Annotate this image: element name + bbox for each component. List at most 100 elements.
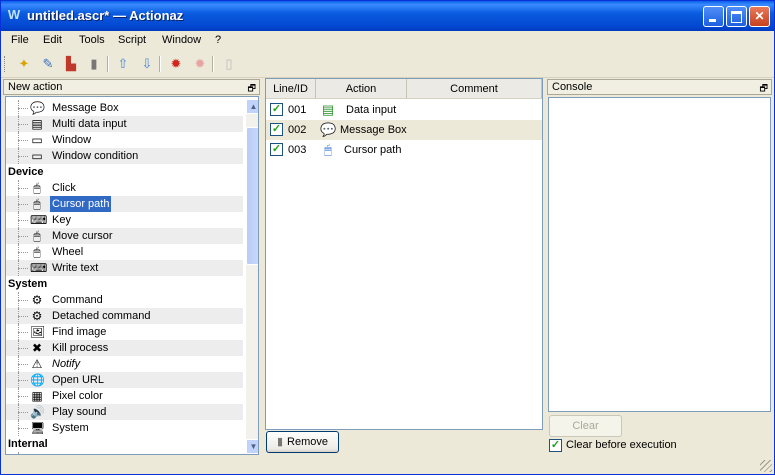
execute-icon[interactable]: ✹	[167, 55, 185, 73]
clear-before-execution-checkbox[interactable]: ✓	[549, 439, 562, 452]
tree-line	[18, 204, 28, 205]
column-action[interactable]: Action	[316, 79, 407, 99]
toolbar-grip[interactable]	[4, 56, 8, 72]
tree-item[interactable]: ⌨ Write text	[6, 260, 243, 276]
tree-item[interactable]: ✖ Kill process	[6, 340, 243, 356]
tree-line	[18, 300, 28, 301]
move-up-icon[interactable]: ⇧	[114, 55, 132, 73]
scroll-down-icon[interactable]: ▼	[246, 439, 258, 454]
tree-item-label: Multi data input	[52, 118, 127, 130]
click-icon: 🖱	[33, 181, 41, 195]
edit-icon[interactable]: ✎	[39, 55, 57, 73]
tree-line	[18, 364, 28, 365]
tree-item-label: Command	[52, 294, 103, 306]
enable-checkbox[interactable]: ✓	[270, 103, 283, 116]
tree-item[interactable]: 🖼 Find image	[6, 324, 243, 340]
console-title: Console	[552, 81, 593, 93]
menu-edit[interactable]: Edit	[43, 34, 62, 46]
close-button[interactable]: ✕	[749, 6, 770, 27]
title-bar[interactable]: W untitled.ascr* — Actionaz ✕	[1, 1, 774, 31]
components-icon[interactable]: ▙	[62, 55, 80, 73]
enable-checkbox[interactable]: ✓	[270, 143, 283, 156]
notify-icon: ⚠	[31, 357, 43, 371]
tree-line	[18, 140, 28, 141]
maximize-button[interactable]	[726, 6, 747, 27]
tree-line	[18, 380, 28, 381]
tree-item[interactable]: ▭ Window condition	[6, 148, 243, 164]
tree-item[interactable]: 🖥 System	[6, 420, 243, 436]
new-script-icon[interactable]: ✦	[15, 55, 33, 73]
tree-item[interactable]: 🌐 Open URL	[6, 372, 243, 388]
category-device: Device	[8, 166, 44, 178]
remove-label: Remove	[287, 436, 329, 448]
table-row[interactable]: ✓ 001 ▤ Data input	[266, 100, 542, 120]
tree-item[interactable]: ⌨ Key	[6, 212, 243, 228]
find-image-icon: 🖼	[30, 325, 46, 339]
column-line-id[interactable]: Line/ID	[266, 79, 316, 99]
toolbar-separator	[212, 56, 214, 72]
float-panel-icon[interactable]: 🗗	[248, 81, 256, 97]
table-row[interactable]: ✓ 002 💬 Message Box	[266, 120, 542, 140]
move-cursor-icon: 🖱	[33, 229, 41, 243]
menu-tools[interactable]: Tools	[79, 34, 105, 46]
execute-selection-icon[interactable]: ✹	[191, 55, 209, 73]
tree-item[interactable]: 🖱 Move cursor	[6, 228, 243, 244]
resize-grip-icon[interactable]	[760, 460, 772, 472]
toolbar-separator	[107, 56, 109, 72]
tree-line	[18, 268, 28, 269]
tree-line	[18, 220, 28, 221]
tree-item[interactable]: 🔊 Play sound	[6, 404, 243, 420]
move-down-icon[interactable]: ⇩	[138, 55, 156, 73]
tree-item[interactable]: 🖱 Click	[6, 180, 243, 196]
table-row[interactable]: ✓ 003 🖱 Cursor path	[266, 140, 542, 160]
menu-bar: File Edit Tools Script Window ?	[1, 31, 774, 51]
column-comment[interactable]: Comment	[407, 79, 542, 99]
code-icon: ⚙	[30, 453, 44, 454]
multi-data-input-icon: ▤	[31, 117, 43, 131]
minimize-icon	[709, 19, 716, 22]
tree-item[interactable]: ⚙ Command	[6, 292, 243, 308]
console-output[interactable]	[548, 97, 771, 412]
tree-line	[18, 412, 28, 413]
play-sound-icon: 🔊	[30, 405, 45, 419]
tree-item[interactable]: ⚙ Code	[6, 452, 243, 454]
delete-icon[interactable]: ▮	[85, 55, 103, 73]
tree-line	[18, 236, 28, 237]
tree-line	[18, 452, 19, 454]
menu-help[interactable]: ?	[215, 34, 221, 46]
tree-item[interactable]: 💬 Message Box	[6, 100, 243, 116]
menu-script[interactable]: Script	[118, 34, 146, 46]
tree-item[interactable]: ▭ Window	[6, 132, 243, 148]
row-action: Data input	[346, 104, 397, 116]
tree-item[interactable]: ⚙ Detached command	[6, 308, 243, 324]
toolbar: ✦ ✎ ▙ ▮ ⇧ ⇩ ✹ ✹ ▯	[1, 51, 774, 78]
cursor-path-icon: 🖱	[33, 197, 41, 211]
menu-window[interactable]: Window	[162, 34, 201, 46]
console-header: Console 🗗	[547, 79, 772, 95]
tree-item[interactable]: ▤ Multi data input	[6, 116, 243, 132]
tree-line	[18, 396, 28, 397]
row-id: 001	[288, 104, 307, 116]
tree-item[interactable]: ⚠ Notify	[6, 356, 243, 372]
enable-checkbox[interactable]: ✓	[270, 123, 283, 136]
scroll-thumb[interactable]	[246, 127, 258, 265]
menu-file[interactable]: File	[11, 34, 29, 46]
remove-button[interactable]: ▮ Remove	[266, 431, 339, 453]
tree-item[interactable]: 🖱 Wheel	[6, 244, 243, 260]
tree-item[interactable]: 🖱 Cursor path	[6, 196, 243, 212]
row-action: Cursor path	[344, 144, 402, 156]
tree-scrollbar[interactable]: ▲ ▼	[246, 99, 258, 454]
row-id: 002	[288, 124, 307, 136]
minimize-button[interactable]	[703, 6, 724, 27]
tree-line	[18, 108, 28, 109]
tree-item-label: Message Box	[52, 102, 119, 114]
clear-button[interactable]: Clear	[549, 415, 622, 437]
scroll-up-icon[interactable]: ▲	[246, 99, 258, 114]
kill-process-icon: ✖	[31, 341, 43, 355]
tree-item[interactable]: ▦ Pixel color	[6, 388, 243, 404]
float-panel-icon[interactable]: 🗗	[760, 81, 768, 97]
disabled-icon: ▯	[225, 56, 233, 71]
tree-line	[18, 316, 28, 317]
category-system: System	[8, 278, 48, 290]
tree-item-label: Click	[52, 182, 76, 194]
